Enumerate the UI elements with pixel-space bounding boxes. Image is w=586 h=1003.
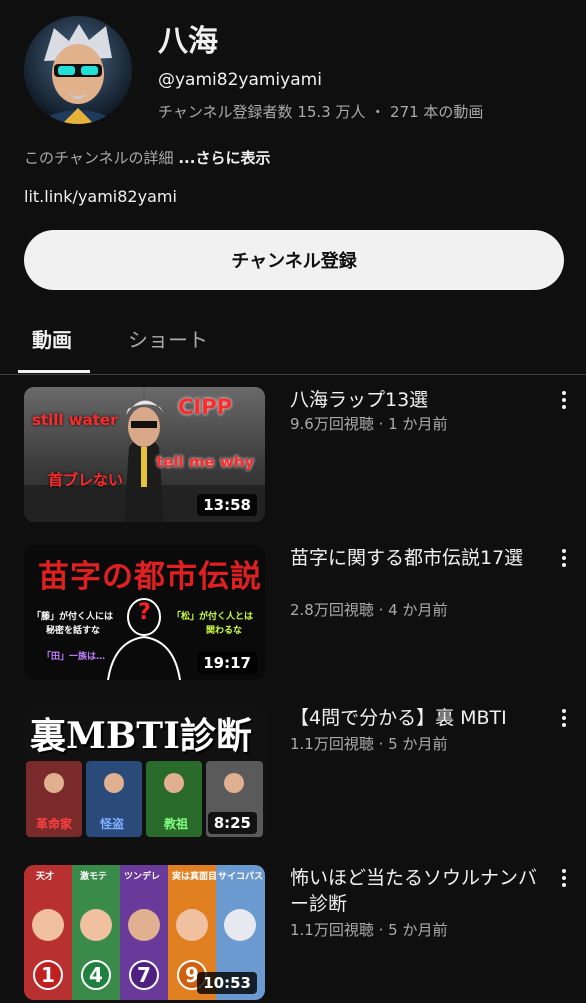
video-item[interactable]: 裏MBTI診断 革命家 怪盗 教祖 8:25 【4問で分かる】裏 MBTI 1.…	[24, 705, 586, 843]
video-meta: 2.8万回視聴 · 4 か月前	[290, 601, 448, 619]
thumb-text: 「田」一族は…	[42, 652, 106, 662]
thumb-text: ツンデレ	[124, 872, 161, 882]
video-meta: 1.1万回視聴 · 5 か月前	[290, 921, 448, 939]
channel-handle: @yami82yamiyami	[158, 70, 322, 90]
show-more-link[interactable]: ...さらに表示	[178, 149, 270, 167]
video-title[interactable]: 苗字に関する都市伝説17選	[290, 545, 545, 571]
more-options-icon[interactable]	[554, 549, 574, 571]
thumb-text: 苗字の都市伝説	[38, 559, 262, 595]
thumb-text: 関わるな	[206, 626, 243, 636]
video-thumbnail[interactable]: still water CIPP tell me why 首ブレない 13:58	[24, 387, 265, 522]
thumb-text: ?	[138, 600, 151, 625]
thumb-text: CIPP	[178, 395, 233, 419]
video-title[interactable]: 八海ラップ13選	[290, 387, 545, 413]
video-title[interactable]: 【4問で分かる】裏 MBTI	[290, 705, 545, 731]
tab-videos[interactable]: 動画	[32, 324, 72, 353]
video-thumbnail[interactable]: 裏MBTI診断 革命家 怪盗 教祖 8:25	[24, 705, 265, 840]
channel-stats: チャンネル登録者数 15.3 万人 ・ 271 本の動画	[158, 103, 484, 121]
video-duration: 13:58	[197, 494, 257, 516]
video-duration: 8:25	[207, 812, 257, 834]
thumb-text: 1	[41, 963, 55, 987]
video-duration: 10:53	[197, 972, 257, 994]
thumb-text: 裏MBTI診断	[30, 715, 252, 757]
subscribe-button[interactable]: チャンネル登録	[24, 230, 564, 290]
thumb-text: 怪盗	[100, 817, 125, 831]
channel-avatar[interactable]	[24, 16, 132, 124]
thumb-text: still water	[32, 411, 118, 429]
video-thumbnail[interactable]: ? 苗字の都市伝説 「藤」が付く人には 秘密を話すな 「松」が付く人とは 関わる…	[24, 545, 265, 680]
video-item[interactable]: ? 苗字の都市伝説 「藤」が付く人には 秘密を話すな 「松」が付く人とは 関わる…	[24, 545, 586, 683]
channel-link[interactable]: lit.link/yami82yami	[24, 187, 177, 206]
video-duration: 19:17	[197, 652, 257, 674]
channel-name: 八海	[158, 24, 218, 59]
thumb-text: 天才	[36, 872, 55, 882]
channel-description[interactable]: このチャンネルの詳細 ...さらに表示	[24, 147, 270, 168]
more-options-icon[interactable]	[554, 391, 574, 413]
video-thumbnail[interactable]: 天才 激モテ ツンデレ 実は真面目 サイコパス 1 4 7 9 10:53	[24, 865, 265, 1000]
channel-tabs: 動画 ショート	[0, 318, 586, 375]
active-tab-indicator	[18, 370, 90, 373]
thumb-text: 教祖	[164, 817, 189, 831]
thumb-text: 実は真面目	[172, 872, 218, 882]
thumb-text: 7	[137, 963, 151, 987]
thumb-text: 「松」が付く人とは	[172, 612, 254, 622]
thumb-text: 革命家	[36, 817, 73, 831]
thumb-text: 「藤」が付く人には	[32, 612, 114, 622]
video-title[interactable]: 怖いほど当たるソウルナンバー診断	[290, 865, 545, 917]
video-item[interactable]: 天才 激モテ ツンデレ 実は真面目 サイコパス 1 4 7 9 10:53 怖い…	[24, 865, 586, 1003]
thumb-text: 激モテ	[80, 872, 108, 882]
video-item[interactable]: still water CIPP tell me why 首ブレない 13:58…	[24, 387, 586, 525]
more-options-icon[interactable]	[554, 869, 574, 891]
thumb-text: 秘密を話すな	[46, 626, 101, 636]
thumb-text: サイコパス	[218, 872, 264, 882]
tab-shorts[interactable]: ショート	[128, 324, 208, 353]
video-meta: 1.1万回視聴 · 5 か月前	[290, 735, 448, 753]
thumb-text: 4	[89, 963, 103, 987]
description-text: このチャンネルの詳細	[24, 149, 174, 167]
more-options-icon[interactable]	[554, 709, 574, 731]
thumb-text: 首ブレない	[48, 471, 124, 489]
thumb-text: tell me why	[156, 453, 255, 471]
video-meta: 9.6万回視聴 · 1 か月前	[290, 415, 448, 433]
